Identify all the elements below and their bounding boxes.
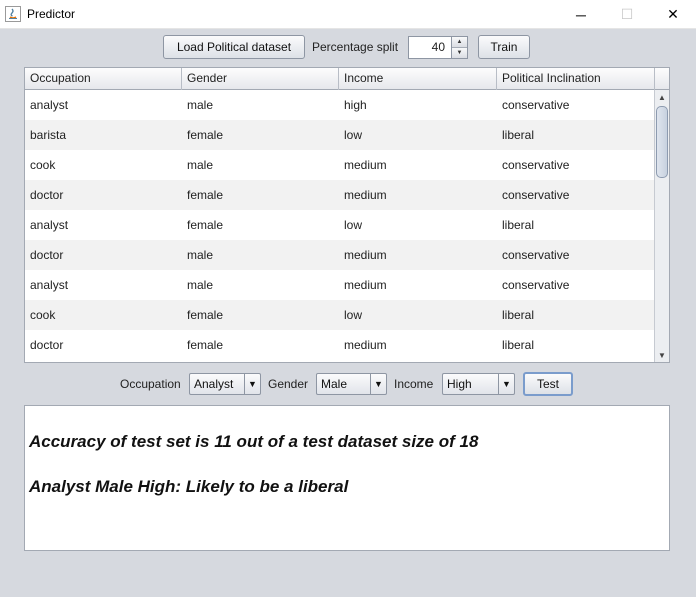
cell-gender: female: [187, 308, 224, 322]
load-dataset-button[interactable]: Load Political dataset: [163, 35, 305, 59]
cell-political-inclination: conservative: [502, 98, 570, 112]
chevron-down-icon: ▼: [498, 374, 514, 394]
cell-occupation: doctor: [30, 188, 64, 202]
cell-gender: male: [187, 158, 214, 172]
cell-gender: male: [187, 278, 214, 292]
train-button[interactable]: Train: [478, 35, 530, 59]
cell-occupation: analyst: [30, 218, 69, 232]
table-row[interactable]: doctor female medium liberal: [25, 330, 655, 360]
income-selected-value: High: [447, 377, 472, 391]
cell-political-inclination: conservative: [502, 278, 570, 292]
cell-occupation: analyst: [30, 278, 69, 292]
cell-political-inclination: conservative: [502, 158, 570, 172]
java-app-icon: [5, 6, 21, 22]
cell-income: low: [344, 128, 363, 142]
cell-political-inclination: liberal: [502, 128, 535, 142]
column-header-political-inclination[interactable]: Political Inclination: [497, 68, 655, 90]
minimize-icon: ─: [576, 6, 586, 23]
table-row[interactable]: doctor female medium conservative: [25, 180, 655, 210]
table-body: analyst male high conservative barista f…: [25, 90, 655, 360]
cell-occupation: doctor: [30, 248, 64, 262]
title-bar: Predictor ─ ☐ ✕: [0, 0, 696, 29]
percentage-split-value[interactable]: 40: [409, 37, 451, 58]
gender-dropdown[interactable]: Male ▼: [316, 373, 387, 395]
chevron-down-icon: ▼: [244, 374, 260, 394]
cell-gender: female: [187, 188, 224, 202]
dataset-table: Occupation Gender Income Political Incli…: [24, 67, 670, 363]
chevron-down-icon: ▼: [370, 374, 386, 394]
cell-income: medium: [344, 158, 387, 172]
cell-income: medium: [344, 248, 387, 262]
table-header: Occupation Gender Income Political Incli…: [25, 68, 669, 90]
cell-gender: female: [187, 338, 224, 352]
occupation-selected-value: Analyst: [194, 377, 234, 391]
close-button[interactable]: ✕: [650, 0, 696, 29]
cell-political-inclination: liberal: [502, 308, 535, 322]
cell-income: medium: [344, 338, 387, 352]
table-vertical-scrollbar[interactable]: ▲ ▼: [654, 90, 669, 362]
maximize-button[interactable]: ☐: [604, 0, 650, 29]
spinner-up-icon[interactable]: ▲: [452, 37, 467, 48]
gender-selected-value: Male: [321, 377, 348, 391]
scrollbar-thumb[interactable]: [656, 106, 668, 178]
window-controls: ─ ☐ ✕: [558, 0, 696, 29]
occupation-dropdown[interactable]: Analyst ▼: [189, 373, 261, 395]
column-header-occupation[interactable]: Occupation: [25, 68, 182, 90]
table-row[interactable]: cook female low liberal: [25, 300, 655, 330]
cell-income: medium: [344, 188, 387, 202]
income-label: Income: [394, 377, 434, 391]
close-icon: ✕: [667, 6, 679, 22]
accuracy-result-text: Accuracy of test set is 11 out of a test…: [29, 432, 479, 451]
minimize-button[interactable]: ─: [558, 0, 604, 29]
table-row[interactable]: analyst male medium conservative: [25, 270, 655, 300]
prediction-result-text: Analyst Male High: Likely to be a libera…: [29, 477, 349, 496]
cell-occupation: doctor: [30, 338, 64, 352]
cell-occupation: cook: [30, 158, 56, 172]
cell-income: high: [344, 98, 367, 112]
table-row[interactable]: barista female low liberal: [25, 120, 655, 150]
column-header-filler: [655, 68, 669, 90]
cell-income: medium: [344, 278, 387, 292]
cell-gender: male: [187, 248, 214, 262]
maximize-icon: ☐: [620, 6, 634, 22]
cell-occupation: analyst: [30, 98, 69, 112]
window-title: Predictor: [27, 7, 76, 21]
cell-political-inclination: conservative: [502, 188, 570, 202]
percentage-split-label: Percentage split: [312, 40, 399, 54]
table-row[interactable]: cook male medium conservative: [25, 150, 655, 180]
cell-political-inclination: liberal: [502, 218, 535, 232]
gender-label: Gender: [268, 377, 309, 391]
cell-occupation: barista: [30, 128, 67, 142]
occupation-label: Occupation: [120, 377, 181, 391]
percentage-split-spinner[interactable]: 40 ▲ ▼: [408, 36, 468, 59]
spinner-down-icon[interactable]: ▼: [452, 48, 467, 58]
scroll-down-icon[interactable]: ▼: [655, 348, 669, 362]
cell-occupation: cook: [30, 308, 56, 322]
table-row[interactable]: analyst female low liberal: [25, 210, 655, 240]
income-dropdown[interactable]: High ▼: [442, 373, 515, 395]
table-row[interactable]: analyst male high conservative: [25, 90, 655, 120]
result-output-area[interactable]: Accuracy of test set is 11 out of a test…: [24, 405, 670, 551]
cell-gender: female: [187, 128, 224, 142]
scroll-up-icon[interactable]: ▲: [655, 90, 669, 104]
main-panel: Load Political dataset Percentage split …: [0, 29, 696, 597]
cell-political-inclination: conservative: [502, 248, 570, 262]
cell-income: low: [344, 218, 363, 232]
spinner-arrows: ▲ ▼: [451, 37, 467, 58]
test-button[interactable]: Test: [523, 372, 573, 396]
cell-income: low: [344, 308, 363, 322]
cell-political-inclination: liberal: [502, 338, 535, 352]
cell-gender: male: [187, 98, 214, 112]
cell-gender: female: [187, 218, 224, 232]
table-row[interactable]: doctor male medium conservative: [25, 240, 655, 270]
column-header-gender[interactable]: Gender: [182, 68, 339, 90]
column-header-income[interactable]: Income: [339, 68, 497, 90]
